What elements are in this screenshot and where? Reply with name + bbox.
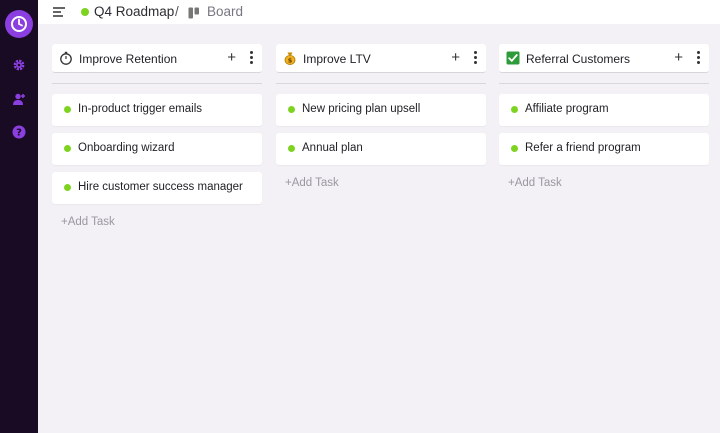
add-task-plus-button[interactable]: + [227,49,236,67]
sidebar: ? [0,0,38,433]
column-title: Improve Retention [79,52,178,66]
more-options-icon[interactable] [696,50,700,66]
gear-icon[interactable] [11,57,27,73]
top-bar: Q4 Roadmap / Board [38,0,720,24]
task-card[interactable]: New pricing plan upsell [276,94,486,126]
status-dot [64,184,71,191]
status-dot [64,106,71,113]
column-header: Referral Customers + [499,44,709,73]
project-status-dot [81,8,89,16]
column-header: Improve Retention + [52,44,262,73]
task-label: New pricing plan upsell [302,103,421,115]
column-improve-retention: Improve Retention + In-product trigger e… [52,44,262,230]
more-options-icon[interactable] [249,50,253,66]
column-title: Referral Customers [526,52,631,66]
task-card[interactable]: Onboarding wizard [52,133,262,165]
breadcrumb-separator: / [175,4,179,19]
column-referral-customers: Referral Customers + Affiliate program R… [499,44,709,191]
stopwatch-icon [59,51,73,65]
column-improve-ltv: $ Improve LTV + New pricing plan upsell … [276,44,486,191]
more-options-icon[interactable] [473,50,477,66]
money-bag-icon: $ [283,51,297,65]
breadcrumb-project[interactable]: Q4 Roadmap [94,4,174,19]
check-box-icon [506,51,520,65]
column-divider [499,83,709,84]
help-icon[interactable]: ? [11,124,27,140]
add-task-plus-button[interactable]: + [451,49,460,67]
add-task-link[interactable]: +Add Task [499,177,562,189]
task-card[interactable]: Annual plan [276,133,486,165]
status-dot [511,106,518,113]
column-divider [276,83,486,84]
task-card[interactable]: Hire customer success manager [52,172,262,204]
add-task-plus-button[interactable]: + [674,49,683,67]
status-dot [511,145,518,152]
task-label: Affiliate program [525,103,609,115]
add-task-link[interactable]: +Add Task [52,216,115,228]
menu-lines-icon[interactable] [52,5,66,19]
svg-text:$: $ [288,57,293,65]
board-icon [188,6,200,19]
column-divider [52,83,262,84]
task-label: Hire customer success manager [78,181,243,193]
status-dot [288,145,295,152]
task-label: Refer a friend program [525,142,641,154]
status-dot [64,145,71,152]
column-header: $ Improve LTV + [276,44,486,73]
add-task-link[interactable]: +Add Task [276,177,339,189]
status-dot [288,106,295,113]
svg-text:?: ? [16,128,22,139]
breadcrumb-view[interactable]: Board [207,4,243,19]
task-card[interactable]: Affiliate program [499,94,709,126]
column-title: Improve LTV [303,52,371,66]
task-card[interactable]: Refer a friend program [499,133,709,165]
logo-clock-icon[interactable] [5,10,33,38]
task-label: Onboarding wizard [78,142,175,154]
task-label: Annual plan [302,142,363,154]
user-add-icon[interactable] [11,91,27,107]
task-card[interactable]: In-product trigger emails [52,94,262,126]
task-label: In-product trigger emails [78,103,202,115]
